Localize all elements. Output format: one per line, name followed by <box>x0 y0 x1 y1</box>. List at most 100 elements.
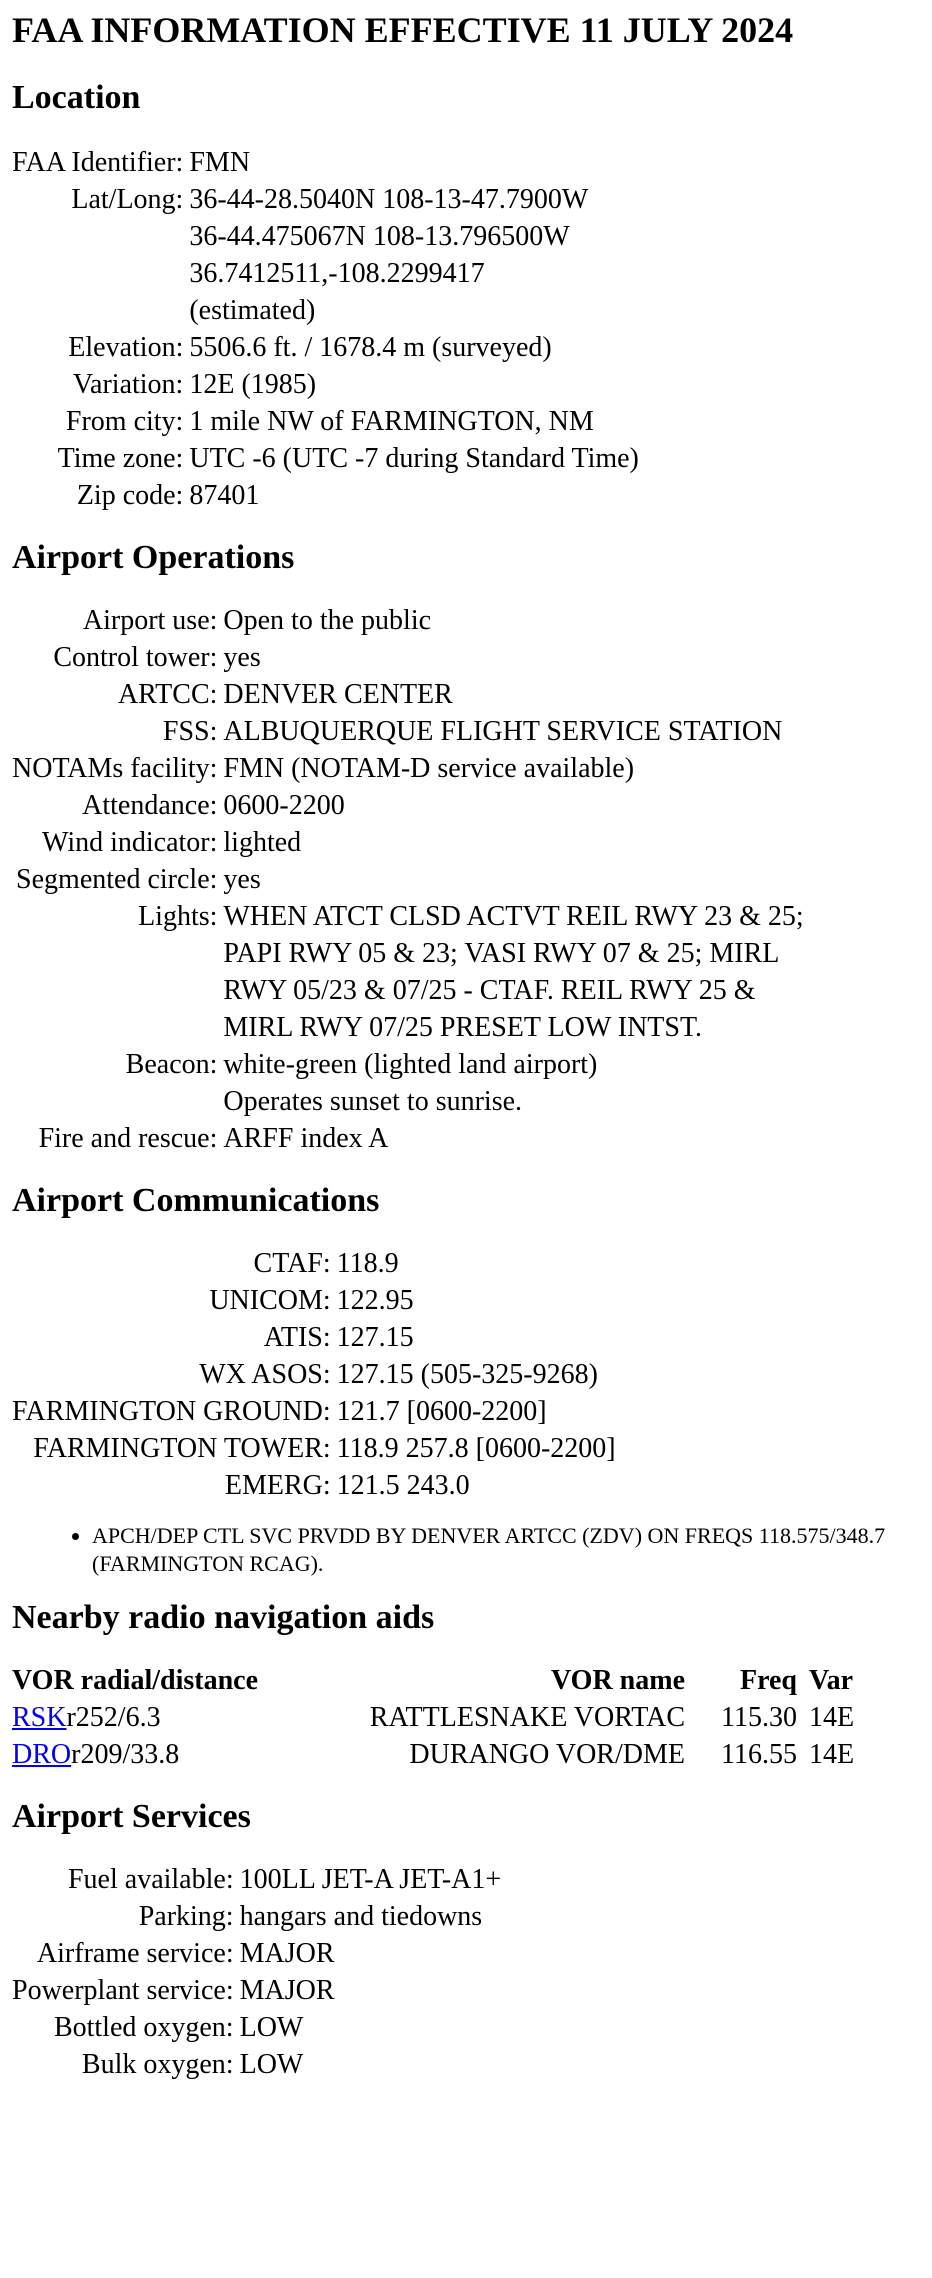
table-header-row: VOR radial/distance VOR name Freq Var <box>12 1662 854 1699</box>
table-row: CTAF: 118.9 <box>12 1245 616 1282</box>
field-value: 127.15 (505-325-9268) <box>331 1356 616 1393</box>
field-label: Variation: <box>72 369 184 400</box>
field-value-line: 118.9 257.8 [0600-2200] <box>336 1433 616 1464</box>
table-row: Lights: WHEN ATCT CLSD ACTVT REIL RWY 23 … <box>12 898 804 1046</box>
field-value-line: yes <box>223 642 261 673</box>
table-row: Attendance: 0600-2200 <box>12 787 804 824</box>
field-value-line: white-green (lighted land airport) <box>223 1049 598 1080</box>
field-value: ALBUQUERQUE FLIGHT SERVICE STATION <box>217 713 803 750</box>
field-value: 5506.6 ft. / 1678.4 m (surveyed) <box>183 329 639 366</box>
field-label: Parking: <box>138 1901 234 1932</box>
column-header-var: Var <box>809 1665 854 1696</box>
field-value-line: 127.15 <box>336 1322 414 1353</box>
field-value-line: ARFF index A <box>223 1123 389 1154</box>
field-value: Open to the public <box>217 602 803 639</box>
field-value-line: 36.7412511,-108.2299417 <box>189 258 485 289</box>
field-value: WHEN ATCT CLSD ACTVT REIL RWY 23 & 25; PA… <box>217 898 803 1046</box>
field-value: 118.9 <box>331 1245 616 1282</box>
field-label: Bottled oxygen: <box>53 2012 234 2043</box>
field-label: WX ASOS: <box>199 1359 331 1390</box>
table-row: Time zone: UTC -6 (UTC -7 during Standard… <box>12 440 639 477</box>
table-row: From city: 1 mile NW of FARMINGTON, NM <box>12 403 639 440</box>
table-row: Bottled oxygen: LOW <box>12 2009 501 2046</box>
table-row: FARMINGTON TOWER: 118.9 257.8 [0600-2200] <box>12 1430 616 1467</box>
field-value: 118.9 257.8 [0600-2200] <box>331 1430 616 1467</box>
field-value-line: FMN <box>189 147 251 178</box>
field-value: yes <box>217 639 803 676</box>
field-value: UTC -6 (UTC -7 during Standard Time) <box>183 440 639 477</box>
field-value: LOW <box>234 2046 502 2083</box>
table-row: Bulk oxygen: LOW <box>12 2046 501 2083</box>
table-row: Beacon: white-green (lighted land airport… <box>12 1046 804 1120</box>
table-row: EMERG: 121.5 243.0 <box>12 1467 616 1504</box>
table-row: ARTCC: DENVER CENTER <box>12 676 804 713</box>
field-label: Attendance: <box>82 790 218 821</box>
column-header-vor-name: VOR name <box>551 1665 685 1696</box>
navaid-link-dro[interactable]: DRO <box>12 1739 71 1770</box>
field-label: FSS: <box>162 716 218 747</box>
var-cell: 14E <box>809 1739 855 1770</box>
field-label: CTAF: <box>253 1248 331 1279</box>
field-value: FMN (NOTAM-D service available) <box>217 750 803 787</box>
services-table: Fuel available: 100LL JET-A JET-A1+ Parkin… <box>12 1861 501 2083</box>
field-label: EMERG: <box>224 1470 331 1501</box>
field-value-line: 121.7 [0600-2200] <box>336 1396 547 1427</box>
field-value-line: 87401 <box>189 480 260 511</box>
radial-cell: RSKr252/6.3 <box>12 1699 302 1736</box>
radial-distance: r209/33.8 <box>71 1739 180 1770</box>
field-value: 121.7 [0600-2200] <box>331 1393 616 1430</box>
var-cell: 14E <box>809 1702 855 1733</box>
column-header-radial: VOR radial/distance <box>12 1665 258 1696</box>
field-label: Bulk oxygen: <box>81 2049 234 2080</box>
field-value-line: LOW <box>239 2012 304 2043</box>
field-value: 121.5 243.0 <box>331 1467 616 1504</box>
field-label: Beacon: <box>125 1049 218 1080</box>
field-value: LOW <box>234 2009 502 2046</box>
table-row: Control tower: yes <box>12 639 804 676</box>
field-value: 36-44-28.5040N 108-13-47.7900W 36-44.4750… <box>183 181 639 329</box>
field-label: Airframe service: <box>36 1938 234 1969</box>
list-item: APCH/DEP CTL SVC PRVDD BY DENVER ARTCC (… <box>92 1522 920 1578</box>
field-label: Fuel available: <box>67 1864 234 1895</box>
field-label: FAA Identifier: <box>12 147 184 178</box>
field-label: Control tower: <box>53 642 218 673</box>
field-value-line: 12E (1985) <box>189 369 317 400</box>
field-value: hangars and tiedowns <box>234 1898 502 1935</box>
navaids-table: VOR radial/distance VOR name Freq Var RS… <box>12 1662 854 1773</box>
field-value: 0600-2200 <box>217 787 803 824</box>
field-value: DENVER CENTER <box>217 676 803 713</box>
table-row: UNICOM: 122.95 <box>12 1282 616 1319</box>
field-value: MAJOR <box>234 1972 502 2009</box>
field-value-line: 127.15 (505-325-9268) <box>336 1359 598 1390</box>
field-label: ARTCC: <box>117 679 218 710</box>
column-header-freq: Freq <box>739 1665 797 1696</box>
table-row: Fuel available: 100LL JET-A JET-A1+ <box>12 1861 501 1898</box>
table-row: RSKr252/6.3 RATTLESNAKE VORTAC 115.30 14… <box>12 1699 854 1736</box>
field-value-line: ALBUQUERQUE FLIGHT SERVICE STATION <box>223 716 783 747</box>
table-row: Variation: 12E (1985) <box>12 366 639 403</box>
field-value-line: FMN (NOTAM-D service available) <box>223 753 635 784</box>
table-row: NOTAMs facility: FMN (NOTAM-D service ava… <box>12 750 804 787</box>
vor-name-cell: DURANGO VOR/DME <box>409 1739 685 1770</box>
field-value-line: LOW <box>239 2049 304 2080</box>
table-row: ATIS: 127.15 <box>12 1319 616 1356</box>
field-value-line: 36-44-28.5040N 108-13-47.7900W <box>189 184 589 215</box>
field-value-line: Operates sunset to sunrise. <box>223 1086 523 1117</box>
freq-cell: 116.55 <box>721 1739 797 1770</box>
field-value-line: yes <box>223 864 261 895</box>
field-value-line: (estimated) <box>189 295 316 326</box>
navaid-link-rsk[interactable]: RSK <box>12 1702 66 1733</box>
table-row: Fire and rescue: ARFF index A <box>12 1120 804 1157</box>
table-row: Powerplant service: MAJOR <box>12 1972 501 2009</box>
field-label: Lat/Long: <box>71 184 184 215</box>
field-label: Powerplant service: <box>12 1975 234 2006</box>
field-value: FMN <box>183 144 639 181</box>
field-value-line: WHEN ATCT CLSD ACTVT REIL RWY 23 & 25; <box>223 901 804 932</box>
field-value-line: 100LL JET-A JET-A1+ <box>239 1864 502 1895</box>
table-row: Zip code: 87401 <box>12 477 639 514</box>
freq-cell: 115.30 <box>721 1702 797 1733</box>
field-value: white-green (lighted land airport) Operat… <box>217 1046 803 1120</box>
table-row: Airframe service: MAJOR <box>12 1935 501 1972</box>
field-value: 1 mile NW of FARMINGTON, NM <box>183 403 639 440</box>
field-label: Segmented circle: <box>16 864 218 895</box>
